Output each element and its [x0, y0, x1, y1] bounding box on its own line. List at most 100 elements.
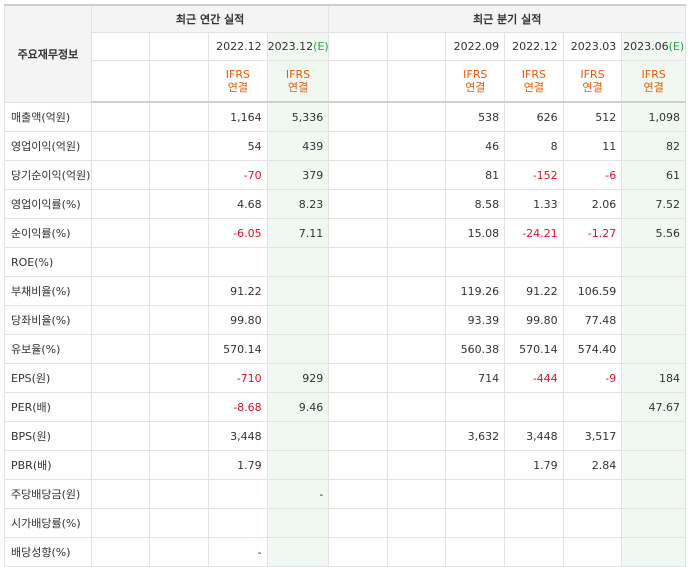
annual-value-cell: 1,164 — [208, 101, 268, 132]
annual-value-cell — [149, 247, 210, 277]
quarter-value-cell: 11 — [562, 131, 623, 161]
quarter-value-cell — [562, 508, 623, 538]
annual-value-cell — [149, 363, 210, 393]
quarter-value-cell: -24.21 — [504, 218, 564, 248]
quarter-value-cell: 91.22 — [504, 276, 564, 306]
financial-summary-table: 주요재무정보 최근 연간 실적 최근 분기 실적 2022.12 2023.12(… — [4, 4, 686, 567]
quarter-value-cell — [386, 508, 447, 538]
quarter-value-cell — [504, 392, 564, 422]
quarter-period-header-4: 2023.03 — [562, 32, 623, 61]
annual-value-cell: 99.80 — [208, 305, 268, 335]
quarter-value-cell — [328, 537, 388, 567]
annual-value-cell — [90, 101, 151, 132]
period-label: 2022.12 — [216, 40, 262, 53]
quarter-value-cell — [445, 247, 506, 277]
quarter-value-cell — [386, 334, 447, 364]
table-row: PBR(배) 1.79 1.79 2.84 — [4, 450, 686, 480]
quarter-value-cell — [328, 247, 388, 277]
quarter-value-cell: 1,098 — [621, 101, 686, 132]
annual-value-cell — [149, 101, 210, 132]
table-row: 배당성향(%) - — [4, 537, 686, 567]
period-label: 2023.03 — [570, 40, 617, 53]
table-row: 순이익률(%) -6.05 7.11 15.08 -24.21 -1.27 5.56 — [4, 218, 686, 248]
quarter-value-cell: 82 — [621, 131, 686, 161]
table-row: 당좌비율(%) 99.80 93.39 99.80 77.48 — [4, 305, 686, 335]
annual-value-cell — [208, 508, 268, 538]
estimate-mark: (E) — [313, 40, 329, 53]
annual-value-cell: 439 — [266, 131, 330, 161]
annual-value-cell — [149, 421, 210, 451]
period-label: 2023.06 — [623, 40, 669, 53]
basis-label: 연결 — [582, 81, 603, 94]
row-label: PBR(배) — [4, 450, 92, 480]
quarter-value-cell — [445, 450, 506, 480]
quarter-value-cell — [621, 479, 686, 509]
row-label: 당기순이익(억원) — [4, 160, 92, 190]
quarter-value-cell — [621, 305, 686, 335]
quarter-value-cell: -1.27 — [562, 218, 623, 248]
annual-value-cell — [149, 218, 210, 248]
quarter-value-cell: -444 — [504, 363, 564, 393]
basis-label: 연결 — [287, 81, 309, 94]
table-row: 매출액(억원) 1,164 5,336 538 626 512 1,098 — [4, 101, 686, 132]
annual-value-cell — [149, 479, 210, 509]
quarter-value-cell — [386, 247, 447, 277]
basis-label: 연결 — [523, 81, 544, 94]
quarter-value-cell — [328, 305, 388, 335]
period-label: 2022.12 — [512, 40, 558, 53]
quarter-value-cell — [386, 421, 447, 451]
quarter-value-cell — [328, 131, 388, 161]
quarter-value-cell — [328, 189, 388, 219]
annual-value-cell — [266, 334, 330, 364]
quarter-value-cell: 2.06 — [562, 189, 623, 219]
quarter-value-cell: 106.59 — [562, 276, 623, 306]
annual-value-cell — [90, 392, 151, 422]
quarter-period-header-5: 2023.06(E) — [621, 32, 686, 61]
quarter-value-cell — [621, 247, 686, 277]
row-label: 당좌비율(%) — [4, 305, 92, 335]
annual-value-cell — [90, 218, 151, 248]
table-row: BPS(원) 3,448 3,632 3,448 3,517 — [4, 421, 686, 451]
quarter-value-cell — [386, 101, 447, 132]
ifrs-header-row: IFRS 연결 IFRS 연결 IFRS 연결 IFRS 연결 IFRS 연결 IFRS 연결 — [5, 60, 686, 103]
annual-value-cell — [149, 189, 210, 219]
quarter-value-cell — [445, 537, 506, 567]
row-label: ROE(%) — [4, 247, 92, 277]
annual-value-cell — [90, 131, 151, 161]
basis-label: 연결 — [227, 81, 248, 94]
ifrs-label: IFRS — [225, 68, 250, 81]
table-row: 주당배당금(원) - — [4, 479, 686, 509]
quarter-value-cell: 570.14 — [504, 334, 564, 364]
quarter-value-cell — [328, 276, 388, 306]
annual-value-cell — [90, 276, 151, 306]
quarter-value-cell: 626 — [504, 101, 564, 132]
quarter-ifrs-header-2: IFRS 연결 — [445, 60, 506, 103]
quarter-period-header-1 — [386, 32, 447, 61]
quarter-value-cell: 81 — [445, 160, 506, 190]
quarter-value-cell — [504, 247, 564, 277]
annual-value-cell: - — [266, 479, 330, 509]
table-row: 영업이익(억원) 54 439 46 8 11 82 — [4, 131, 686, 161]
annual-value-cell — [149, 508, 210, 538]
annual-value-cell — [90, 479, 151, 509]
quarter-value-cell: 1.79 — [504, 450, 564, 480]
annual-value-cell — [208, 247, 268, 277]
annual-value-cell: 1.79 — [208, 450, 268, 480]
row-title-label: 주요재무정보 — [17, 47, 79, 61]
quarter-value-cell — [562, 479, 623, 509]
table-row: ROE(%) — [4, 247, 686, 277]
annual-value-cell: 8.23 — [266, 189, 330, 219]
period-label: 2022.09 — [453, 40, 500, 53]
quarter-ifrs-header-3: IFRS 연결 — [504, 60, 564, 103]
row-label: 유보율(%) — [4, 334, 92, 364]
quarter-value-cell: 46 — [445, 131, 506, 161]
basis-label: 연결 — [643, 81, 664, 94]
quarter-value-cell: 560.38 — [445, 334, 506, 364]
annual-ifrs-header-0 — [90, 60, 151, 103]
annual-group-header: 최근 연간 실적 — [90, 4, 330, 33]
annual-value-cell: 54 — [208, 131, 268, 161]
annual-value-cell — [149, 450, 210, 480]
basis-label: 연결 — [465, 81, 486, 94]
quarter-value-cell: 61 — [621, 160, 686, 190]
annual-value-cell: - — [208, 537, 268, 567]
